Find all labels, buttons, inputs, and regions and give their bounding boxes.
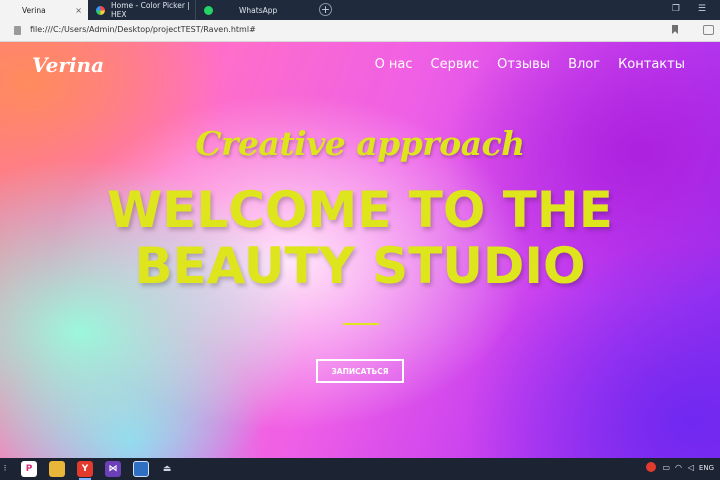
close-tab-icon[interactable]: ×	[75, 6, 82, 15]
language-indicator[interactable]: ENG	[699, 464, 714, 472]
nav-item-reviews[interactable]: Отзывы	[497, 57, 550, 72]
hero-section: Verina О нас Сервис Отзывы Влог Контакты…	[0, 42, 720, 458]
color-wheel-icon	[96, 5, 105, 15]
url-field[interactable]: file:///C:/Users/Admin/Desktop/projectTE…	[30, 25, 256, 34]
tab-title: Home - Color Picker | HEX	[111, 1, 190, 19]
window-app-icon[interactable]	[133, 461, 149, 477]
eject-icon[interactable]: ⏏	[159, 461, 175, 477]
tab-title: WhatsApp	[239, 5, 278, 15]
tab-verina[interactable]: Verina ×	[0, 0, 88, 20]
whatsapp-icon	[204, 5, 213, 15]
paint-app-icon[interactable]: P	[21, 461, 37, 477]
tab-title: Verina	[22, 5, 46, 15]
volume-icon[interactable]: ◁	[688, 463, 694, 472]
nav-item-blog[interactable]: Влог	[568, 57, 600, 72]
tab-color-picker[interactable]: Home - Color Picker | HEX	[88, 0, 196, 20]
headline-line-1: WELCOME TO THE	[107, 181, 613, 239]
visual-studio-icon[interactable]: ⋈	[105, 461, 121, 477]
battery-icon[interactable]: ▭	[662, 463, 670, 472]
address-bar: file:///C:/Users/Admin/Desktop/projectTE…	[0, 20, 720, 42]
site-logo[interactable]: Verina	[32, 53, 104, 77]
hero-divider	[343, 323, 379, 325]
headline-line-2: BEAUTY STUDIO	[134, 237, 586, 295]
hero-headline: WELCOME TO THE BEAUTY STUDIO	[0, 182, 720, 294]
main-nav: О нас Сервис Отзывы Влог Контакты	[375, 57, 685, 72]
folder-icon[interactable]	[49, 461, 65, 477]
taskbar: ⁝ P Y ⋈ ⏏ ▭ ◠ ◁ ENG	[0, 458, 720, 480]
start-icon[interactable]: ⁝	[0, 461, 10, 477]
wifi-icon[interactable]: ◠	[675, 463, 682, 472]
yandex-browser-icon[interactable]: Y	[77, 461, 93, 480]
nav-item-about[interactable]: О нас	[375, 57, 413, 72]
nav-item-contacts[interactable]: Контакты	[618, 57, 685, 72]
signup-button[interactable]: ЗАПИСАТЬСЯ	[316, 359, 404, 383]
bookmark-icon[interactable]	[672, 25, 678, 34]
hero-tagline: Creative approach	[195, 124, 525, 163]
tab-manager-icon[interactable]: ❐	[672, 4, 680, 14]
menu-icon[interactable]: ☰	[698, 4, 706, 14]
new-tab-button[interactable]: +	[319, 3, 332, 16]
tab-whatsapp[interactable]: WhatsApp	[196, 0, 312, 20]
nav-item-service[interactable]: Сервис	[431, 57, 480, 72]
yandex-tray-icon[interactable]	[646, 462, 656, 472]
extensions-icon[interactable]	[703, 25, 714, 35]
tab-strip: Verina × Home - Color Picker | HEX Whats…	[0, 0, 720, 20]
page-icon	[14, 26, 21, 35]
